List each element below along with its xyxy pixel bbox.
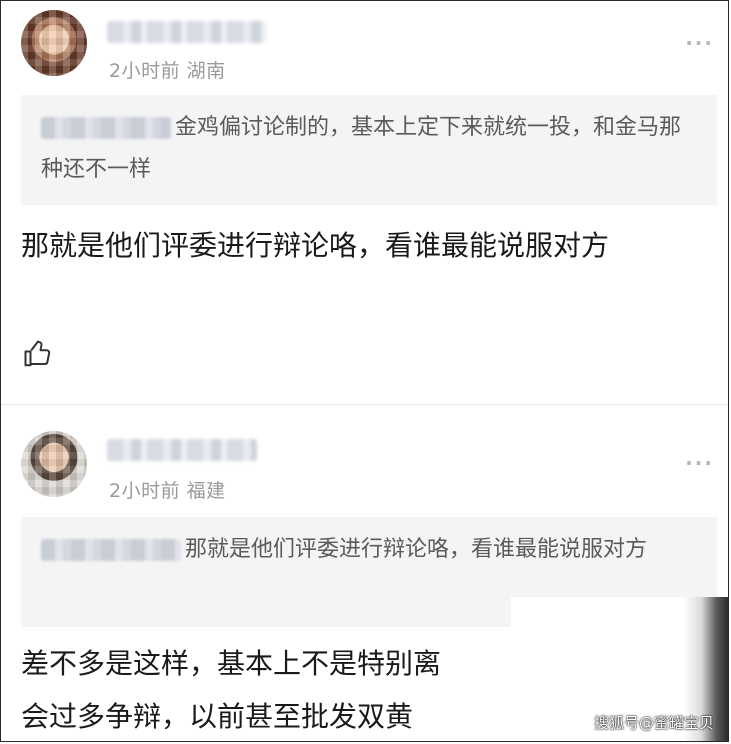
username-blurred[interactable] — [107, 21, 267, 43]
avatar[interactable] — [21, 10, 87, 76]
more-dots-icon[interactable]: ··· — [685, 451, 714, 475]
comment-time-location: 2小时前 福建 — [109, 480, 226, 502]
quoted-username-blurred — [41, 539, 181, 561]
avatar[interactable] — [21, 431, 87, 497]
more-dots-icon[interactable]: ··· — [685, 31, 714, 55]
comment-time-location: 2小时前 湖南 — [109, 60, 226, 82]
quoted-reply: 金鸡偏讨论制的，基本上定下来就统一投，和金马那种还不一样 — [21, 95, 717, 205]
comment-feed: 2小时前 湖南 ··· 金鸡偏讨论制的，基本上定下来就统一投，和金马那种还不一样… — [0, 0, 729, 742]
watermark: 搜狐号@蜜罐宝贝 — [593, 714, 714, 732]
thumbs-up-icon[interactable] — [23, 339, 53, 369]
quoted-username-blurred — [41, 117, 171, 139]
username-blurred[interactable] — [107, 439, 257, 461]
quoted-text: 那就是他们评委进行辩论咯，看谁最能说服对方 — [185, 537, 648, 562]
comment-divider — [1, 404, 728, 405]
comment-text: 那就是他们评委进行辩论咯，看谁最能说服对方 — [21, 229, 610, 262]
